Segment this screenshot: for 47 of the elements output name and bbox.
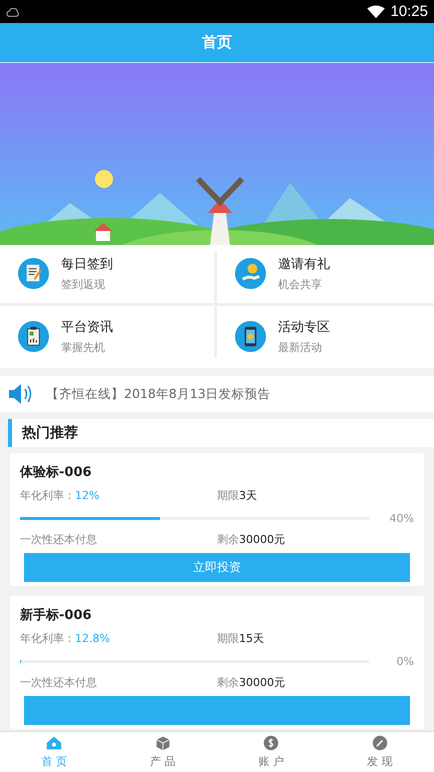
remaining-amount: 剩余30000元 <box>217 533 286 547</box>
shortcut-subtitle: 掌握先机 <box>61 340 106 354</box>
term-label: 期限3天 <box>217 489 258 503</box>
pencil-icon <box>372 735 388 751</box>
rate-label: 年化利率：12.8% <box>20 632 111 646</box>
remaining-amount: 剩余30000元 <box>217 676 286 690</box>
home-icon <box>46 735 62 751</box>
progress-percent: 0% <box>396 654 414 668</box>
tab-label: 产 品 <box>150 754 176 769</box>
shortcut-title: 活动专区 <box>278 318 330 336</box>
shortcut-title: 平台资讯 <box>61 318 113 336</box>
dollar-coin-icon <box>263 735 280 751</box>
wifi-icon <box>367 4 386 18</box>
shortcut-title: 邀请有礼 <box>278 256 330 272</box>
shortcut-item[interactable]: 活动专区 最新活动 <box>217 306 434 358</box>
product-card[interactable]: 新手标-006 年化利率：12.8% 期限15天 0% 一次性还本付息 剩余30000元 <box>10 596 424 729</box>
shortcut-subtitle: 签到返现 <box>61 276 106 292</box>
tab-item[interactable]: 账 户 <box>217 732 326 772</box>
product-name: 新手标-006 <box>20 606 93 624</box>
shortcut-item[interactable]: 平台资讯 掌握先机 <box>0 306 217 358</box>
rate-label: 年化利率：12% <box>20 489 100 503</box>
repayment-type: 一次性还本付息 <box>20 676 98 690</box>
box-icon <box>154 735 171 751</box>
progress-percent: 40% <box>388 512 414 524</box>
coin-hand-icon <box>235 258 266 288</box>
shortcut-title: 每日签到 <box>61 256 113 272</box>
term-label: 期限15天 <box>217 632 265 646</box>
repayment-type: 一次性还本付息 <box>20 533 98 547</box>
invest-button[interactable] <box>24 696 410 725</box>
product-card[interactable]: 体验标-006 年化利率：12% 期限3天 40% 一次性还本付息 剩余30000元 立即投资 <box>10 453 424 586</box>
shortcut-item[interactable]: 邀请有礼 机会共享 <box>217 251 434 306</box>
cloud-icon <box>6 6 20 18</box>
tab-label: 发 现 <box>367 754 392 769</box>
tab-item[interactable]: 发 现 <box>326 732 434 772</box>
phone-icon <box>235 320 266 352</box>
shortcut-subtitle: 最新活动 <box>278 340 323 354</box>
shortcut-subtitle: 机会共享 <box>278 276 323 292</box>
shortcut-item[interactable]: 每日签到 签到返现 <box>0 251 217 306</box>
clipboard-icon <box>18 320 49 352</box>
tab-item[interactable]: 产 品 <box>108 732 217 772</box>
page-title: 首页 <box>202 33 232 52</box>
tab-label: 账 户 <box>258 754 284 769</box>
product-name: 体验标-006 <box>20 464 93 481</box>
tab-label: 首 页 <box>42 754 67 769</box>
section-title: 热门推荐 <box>22 424 78 442</box>
clock-time: 10:25 <box>390 3 428 20</box>
checklist-icon <box>18 258 49 288</box>
